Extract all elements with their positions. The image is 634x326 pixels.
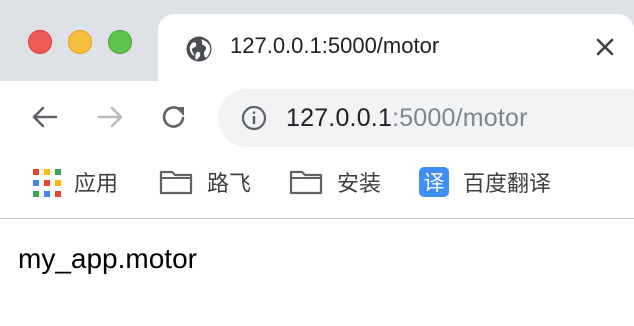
toolbar: 127.0.0.1:5000/motor	[0, 81, 634, 153]
bookmark-baidu-fanyi[interactable]: 译 百度翻译	[419, 166, 551, 198]
bookmark-folder-anzhuang[interactable]: 安装	[289, 166, 381, 198]
page-body-text: my_app.motor	[18, 243, 197, 274]
window-close-button[interactable]	[28, 30, 52, 54]
window-maximize-button[interactable]	[108, 30, 132, 54]
bookmark-folder-lufei[interactable]: 路飞	[159, 166, 251, 198]
active-tab[interactable]: 127.0.0.1:5000/motor	[158, 14, 634, 82]
folder-icon	[159, 170, 193, 195]
globe-icon	[186, 36, 212, 62]
bookmark-label: 百度翻译	[463, 171, 552, 196]
bookmark-label: 路飞	[207, 171, 252, 196]
bookmark-label: 应用	[74, 171, 119, 196]
bookmark-apps[interactable]: 应用	[32, 166, 118, 198]
tab-strip: 127.0.0.1:5000/motor	[0, 0, 634, 82]
apps-grid-icon	[32, 168, 61, 197]
address-bar[interactable]: 127.0.0.1:5000/motor	[218, 89, 634, 147]
folder-icon	[289, 170, 323, 195]
page-content: my_app.motor	[0, 219, 634, 326]
url-host: 127.0.0.1	[286, 104, 393, 132]
url-text[interactable]: 127.0.0.1:5000/motor	[286, 104, 528, 133]
bookmarks-bar: 应用 路飞 安装 译 百度翻译	[0, 153, 634, 218]
tab-title: 127.0.0.1:5000/motor	[230, 33, 440, 58]
close-icon[interactable]	[592, 34, 618, 60]
arrow-left-icon[interactable]	[29, 101, 61, 133]
translate-icon: 译	[419, 167, 449, 197]
url-path: :5000/motor	[392, 104, 528, 132]
arrow-right-icon[interactable]	[94, 101, 126, 133]
bookmark-label: 安装	[337, 171, 382, 196]
window-minimize-button[interactable]	[68, 30, 92, 54]
info-icon[interactable]	[241, 105, 267, 131]
reload-icon[interactable]	[158, 101, 190, 133]
